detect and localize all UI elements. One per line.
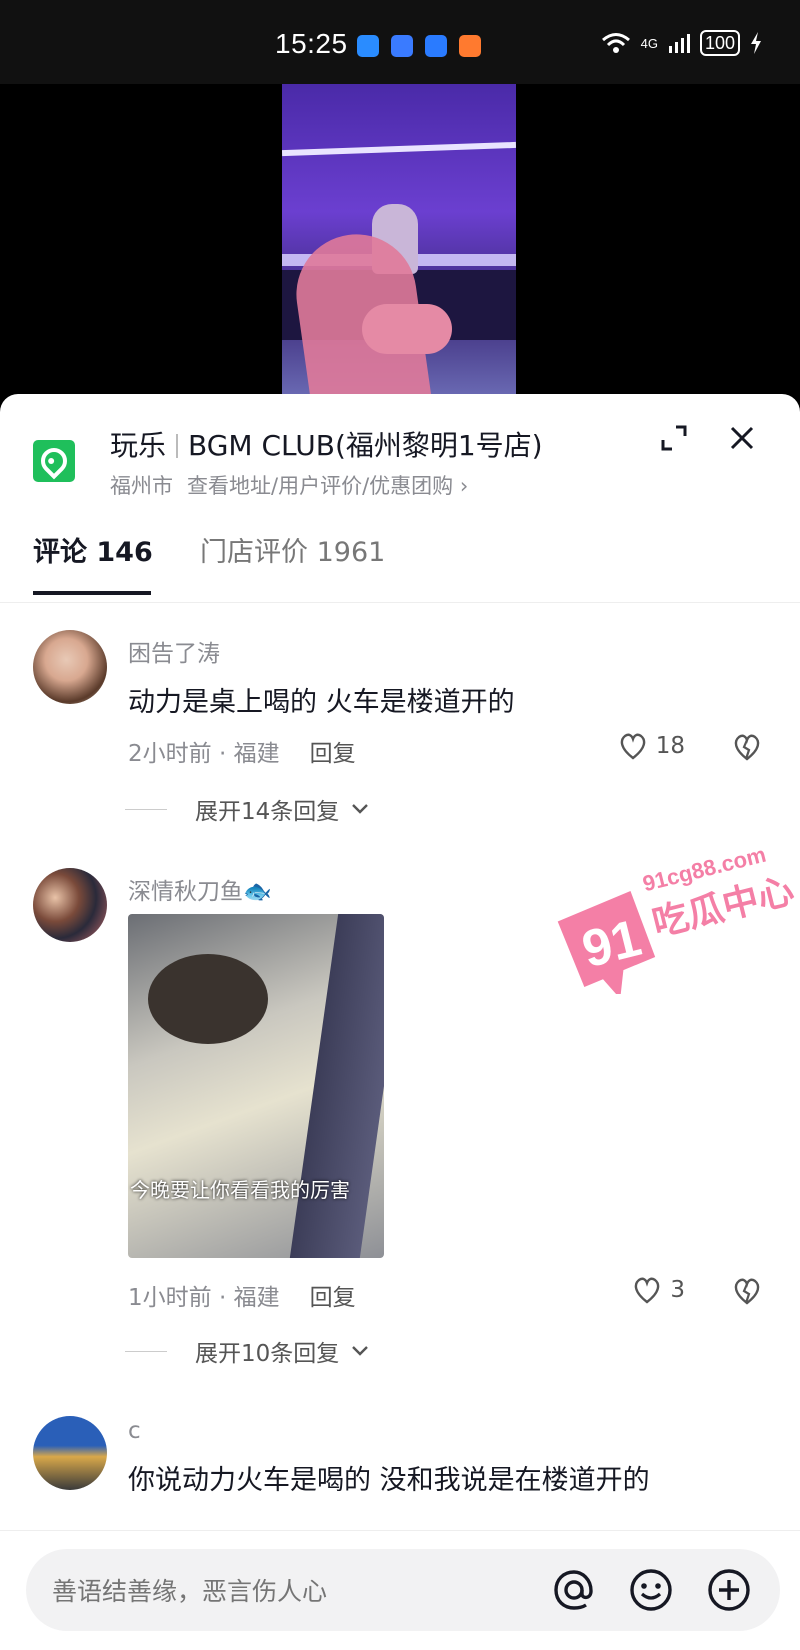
- poi-name: BGM CLUB(福州黎明1号店): [188, 429, 543, 462]
- comment-username[interactable]: c: [128, 1418, 141, 1444]
- status-right: 4G 100: [601, 30, 762, 56]
- status-bar: 15:25 4G 100: [0, 0, 800, 84]
- comment-username[interactable]: 困告了涛: [128, 634, 220, 668]
- comment-input[interactable]: [50, 1549, 534, 1633]
- avatar[interactable]: [33, 868, 107, 942]
- like-button[interactable]: 3: [632, 1276, 685, 1304]
- expand-replies-label: 展开14条回复: [195, 799, 340, 825]
- divider-line: [125, 808, 167, 810]
- battery-level: 100: [699, 30, 740, 56]
- orange-app-icon: [459, 35, 481, 57]
- location-pin-icon: [33, 440, 75, 482]
- expand-button[interactable]: [654, 418, 694, 458]
- divider-line: [125, 1350, 167, 1352]
- chevron-down-icon: [352, 1346, 369, 1356]
- status-time: 15:25: [275, 28, 348, 59]
- cube-app-icon: [425, 35, 447, 57]
- active-tab-indicator: [33, 591, 151, 595]
- comment-input-container: [26, 1549, 780, 1633]
- at-mention-icon[interactable]: [551, 1567, 597, 1613]
- comment-sheet: 玩乐 BGM CLUB(福州黎明1号店) 福州市 查看地址/用户评价/优惠团购 › …: [0, 394, 800, 1649]
- heart-icon: [635, 1277, 660, 1304]
- emoji-icon[interactable]: [628, 1567, 674, 1613]
- video-frame: [282, 84, 516, 404]
- expand-replies-button[interactable]: 展开10条回复: [125, 1334, 369, 1368]
- comment-image[interactable]: 今晚要让你看看我的厉害: [128, 914, 384, 1258]
- tab-comments[interactable]: 评论 146: [33, 530, 153, 569]
- reply-button[interactable]: 回复: [310, 741, 356, 767]
- add-icon[interactable]: [706, 1567, 752, 1613]
- comment-time-location: 1小时前 · 福建: [128, 1285, 280, 1311]
- comment-input-bar: [0, 1530, 800, 1650]
- chevron-down-icon: [352, 804, 369, 814]
- signal-app-icon: [391, 35, 413, 57]
- cellular-signal-icon: [668, 34, 690, 53]
- poi-title[interactable]: 玩乐 BGM CLUB(福州黎明1号店): [110, 424, 543, 464]
- tab-store-reviews[interactable]: 门店评价 1961: [200, 530, 385, 569]
- stage-light: [282, 141, 516, 157]
- comment-time-location: 2小时前 · 福建: [128, 741, 280, 767]
- dislike-broken-heart-icon[interactable]: [732, 1276, 762, 1306]
- close-button[interactable]: [722, 418, 762, 458]
- watermark-logo: 91 91cg88.com 吃瓜中心: [557, 842, 798, 994]
- image-seat: [289, 914, 384, 1258]
- comment-meta: 1小时前 · 福建 回复: [128, 1278, 356, 1312]
- like-button[interactable]: 18: [618, 732, 685, 760]
- poi-category: 玩乐: [110, 429, 167, 462]
- comment-text: 你说动力火车是喝的 没和我说是在楼道开的: [128, 1465, 650, 1496]
- avatar[interactable]: [33, 630, 107, 704]
- video-player[interactable]: [0, 84, 800, 404]
- reply-button[interactable]: 回复: [310, 1285, 356, 1311]
- hand-finger: [362, 304, 452, 354]
- close-icon: [730, 426, 754, 450]
- heart-icon: [620, 733, 646, 760]
- expand-replies-label: 展开10条回复: [195, 1341, 340, 1367]
- wifi-icon: [601, 33, 630, 53]
- expand-replies-button[interactable]: 展开14条回复: [125, 792, 369, 826]
- comment-meta: 2小时前 · 福建 回复: [128, 734, 356, 768]
- message-app-icon: [357, 35, 379, 57]
- charging-icon: [751, 32, 761, 54]
- network-label: 4G: [640, 35, 658, 51]
- title-divider: [176, 434, 179, 458]
- image-figure: [148, 954, 268, 1044]
- tab-bar: 评论 146 门店评价 1961: [0, 494, 800, 603]
- dislike-broken-heart-icon[interactable]: [732, 732, 762, 762]
- like-count: 3: [670, 1277, 685, 1303]
- comment-username[interactable]: 深情秋刀鱼🐟: [128, 872, 272, 906]
- like-count: 18: [655, 733, 685, 759]
- comment-text: 动力是桌上喝的 火车是楼道开的: [128, 687, 515, 718]
- expand-icon: [661, 425, 687, 451]
- image-caption: 今晚要让你看看我的厉害: [130, 1178, 350, 1202]
- avatar[interactable]: [33, 1416, 107, 1490]
